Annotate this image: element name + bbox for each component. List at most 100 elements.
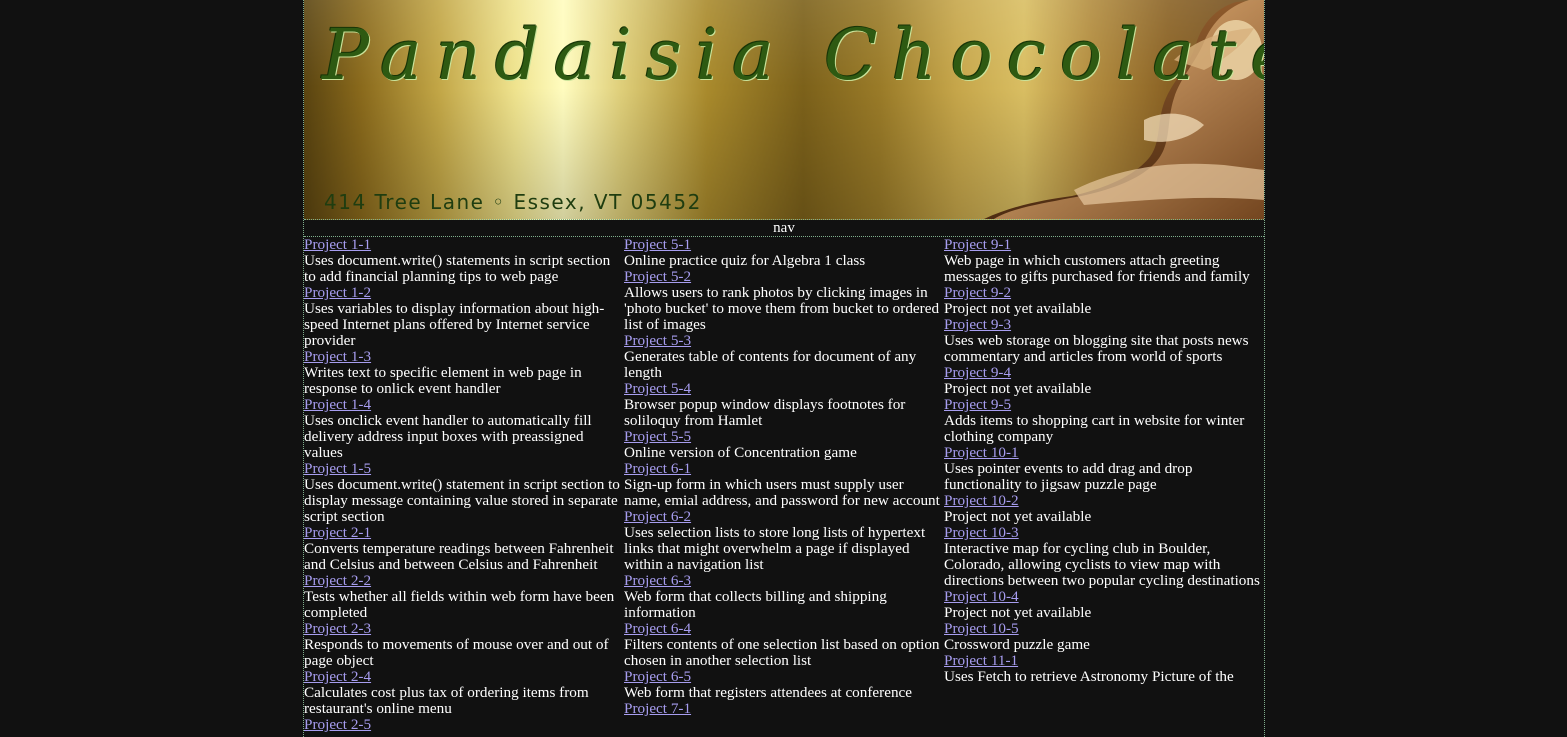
project-link[interactable]: Project 5-1 bbox=[624, 236, 691, 253]
project-item: Project 10-1 Uses pointer events to add d… bbox=[944, 445, 1262, 493]
project-link[interactable]: Project 9-5 bbox=[944, 396, 1011, 413]
project-item: Project 10-2 Project not yet available bbox=[944, 493, 1262, 525]
project-description: Uses web storage on blogging site that p… bbox=[944, 332, 1249, 365]
store-address: 414 Tree Lane ◦ Essex, VT 05452 bbox=[324, 190, 702, 214]
project-link[interactable]: Project 10-1 bbox=[944, 444, 1019, 461]
project-item: Project 6-2 Uses selection lists to store… bbox=[624, 509, 942, 573]
project-link[interactable]: Project 6-4 bbox=[624, 620, 691, 637]
project-item: Project 7-1 bbox=[624, 701, 942, 717]
project-description: Web form that registers attendees at con… bbox=[624, 684, 913, 701]
project-description: Uses pointer events to add drag and drop… bbox=[944, 460, 1193, 493]
project-description: Filters contents of one selection list b… bbox=[624, 636, 940, 669]
project-description: Generates table of contents for document… bbox=[624, 348, 917, 381]
brand-title: Pandaisia Chocolates bbox=[322, 14, 1264, 96]
project-item: Project 1-5 Uses document.write() stateme… bbox=[304, 461, 622, 525]
project-link[interactable]: Project 5-5 bbox=[624, 428, 691, 445]
project-item: Project 10-4 Project not yet available bbox=[944, 589, 1262, 621]
project-item: Project 9-5 Adds items to shopping cart i… bbox=[944, 397, 1262, 445]
project-description: Allows users to rank photos by clicking … bbox=[624, 284, 940, 333]
project-description: Uses variables to display information ab… bbox=[304, 300, 605, 349]
project-item: Project 5-3 Generates table of contents f… bbox=[624, 333, 942, 381]
project-description: Project not yet available bbox=[944, 380, 1092, 397]
project-description: Online practice quiz for Algebra 1 class bbox=[624, 252, 866, 269]
project-description: Interactive map for cycling club in Boul… bbox=[944, 540, 1260, 589]
project-description: Writes text to specific element in web p… bbox=[304, 364, 582, 397]
project-link[interactable]: Project 9-2 bbox=[944, 284, 1011, 301]
project-link[interactable]: Project 9-1 bbox=[944, 236, 1011, 253]
project-description: Project not yet available bbox=[944, 604, 1092, 621]
project-item: Project 1-4 Uses onclick event handler to… bbox=[304, 397, 622, 461]
project-item: Project 6-4 Filters contents of one selec… bbox=[624, 621, 942, 669]
project-link[interactable]: Project 5-4 bbox=[624, 380, 691, 397]
project-link[interactable]: Project 9-3 bbox=[944, 316, 1011, 333]
project-description: Sign-up form in which users must supply … bbox=[624, 476, 940, 509]
project-link[interactable]: Project 10-2 bbox=[944, 492, 1019, 509]
project-item: Project 2-4 Calculates cost plus tax of o… bbox=[304, 669, 622, 717]
project-link[interactable]: Project 11-1 bbox=[944, 652, 1018, 669]
header-banner: Pandaisia Chocolates 414 Tree Lane ◦ Ess… bbox=[304, 0, 1264, 220]
project-item: Project 6-3 Web form that collects billin… bbox=[624, 573, 942, 621]
project-description: Project not yet available bbox=[944, 508, 1092, 525]
project-column-1: Project 1-1 Uses document.write() stateme… bbox=[304, 237, 624, 733]
project-item: Project 6-5 Web form that registers atten… bbox=[624, 669, 942, 701]
project-item: Project 6-1 Sign-up form in which users m… bbox=[624, 461, 942, 509]
project-description: Web form that collects billing and shipp… bbox=[624, 588, 887, 621]
project-link[interactable]: Project 10-5 bbox=[944, 620, 1019, 637]
project-description: Adds items to shopping cart in website f… bbox=[944, 412, 1245, 445]
project-description: Web page in which customers attach greet… bbox=[944, 252, 1250, 285]
project-item: Project 5-4 Browser popup window displays… bbox=[624, 381, 942, 429]
project-item: Project 2-1 Converts temperature readings… bbox=[304, 525, 622, 573]
project-description: Crossword puzzle game bbox=[944, 636, 1090, 653]
project-item: Project 9-3 Uses web storage on blogging … bbox=[944, 317, 1262, 365]
project-link[interactable]: Project 2-4 bbox=[304, 668, 371, 685]
project-item: Project 11-1 Uses Fetch to retrieve Astro… bbox=[944, 653, 1262, 685]
project-link[interactable]: Project 2-1 bbox=[304, 524, 371, 541]
project-description: Converts temperature readings between Fa… bbox=[304, 540, 614, 573]
project-item: Project 1-2 Uses variables to display inf… bbox=[304, 285, 622, 349]
project-link[interactable]: Project 9-4 bbox=[944, 364, 1011, 381]
project-link[interactable]: Project 7-1 bbox=[624, 700, 691, 717]
project-item: Project 5-5 Online version of Concentrati… bbox=[624, 429, 942, 461]
project-link[interactable]: Project 6-3 bbox=[624, 572, 691, 589]
project-link[interactable]: Project 2-3 bbox=[304, 620, 371, 637]
project-description: Uses selection lists to store long lists… bbox=[624, 524, 926, 573]
project-description: Responds to movements of mouse over and … bbox=[304, 636, 609, 669]
project-link[interactable]: Project 5-3 bbox=[624, 332, 691, 349]
project-item: Project 5-2 Allows users to rank photos b… bbox=[624, 269, 942, 333]
project-link[interactable]: Project 6-1 bbox=[624, 460, 691, 477]
project-column-2: Project 5-1 Online practice quiz for Alge… bbox=[624, 237, 944, 733]
project-description: Calculates cost plus tax of ordering ite… bbox=[304, 684, 589, 717]
project-link[interactable]: Project 1-1 bbox=[304, 236, 371, 253]
project-item: Project 10-5 Crossword puzzle game bbox=[944, 621, 1262, 653]
project-item: Project 1-1 Uses document.write() stateme… bbox=[304, 237, 622, 285]
project-item: Project 10-3 Interactive map for cycling … bbox=[944, 525, 1262, 589]
project-description: Browser popup window displays footnotes … bbox=[624, 396, 906, 429]
project-description: Uses document.write() statement in scrip… bbox=[304, 476, 620, 525]
project-link[interactable]: Project 1-2 bbox=[304, 284, 371, 301]
project-item: Project 2-5 bbox=[304, 717, 622, 733]
project-column-3: Project 9-1 Web page in which customers a… bbox=[944, 237, 1264, 733]
project-description: Online version of Concentration game bbox=[624, 444, 857, 461]
page-container: Pandaisia Chocolates 414 Tree Lane ◦ Ess… bbox=[303, 0, 1265, 737]
project-description: Uses onclick event handler to automatica… bbox=[304, 412, 592, 461]
project-link[interactable]: Project 10-3 bbox=[944, 524, 1019, 541]
project-link[interactable]: Project 2-5 bbox=[304, 716, 371, 733]
project-link[interactable]: Project 1-5 bbox=[304, 460, 371, 477]
project-link[interactable]: Project 6-2 bbox=[624, 508, 691, 525]
project-item: Project 2-3 Responds to movements of mous… bbox=[304, 621, 622, 669]
project-item: Project 1-3 Writes text to specific eleme… bbox=[304, 349, 622, 397]
project-link[interactable]: Project 1-4 bbox=[304, 396, 371, 413]
project-link[interactable]: Project 2-2 bbox=[304, 572, 371, 589]
project-link[interactable]: Project 10-4 bbox=[944, 588, 1019, 605]
project-description: Uses Fetch to retrieve Astronomy Picture… bbox=[944, 668, 1234, 685]
project-link[interactable]: Project 6-5 bbox=[624, 668, 691, 685]
nav-bar: nav bbox=[304, 220, 1264, 237]
project-link[interactable]: Project 5-2 bbox=[624, 268, 691, 285]
project-item: Project 9-2 Project not yet available bbox=[944, 285, 1262, 317]
project-link[interactable]: Project 1-3 bbox=[304, 348, 371, 365]
project-description: Project not yet available bbox=[944, 300, 1092, 317]
project-columns: Project 1-1 Uses document.write() stateme… bbox=[304, 237, 1264, 733]
project-item: Project 2-2 Tests whether all fields with… bbox=[304, 573, 622, 621]
project-description: Tests whether all fields within web form… bbox=[304, 588, 615, 621]
project-description: Uses document.write() statements in scri… bbox=[304, 252, 611, 285]
